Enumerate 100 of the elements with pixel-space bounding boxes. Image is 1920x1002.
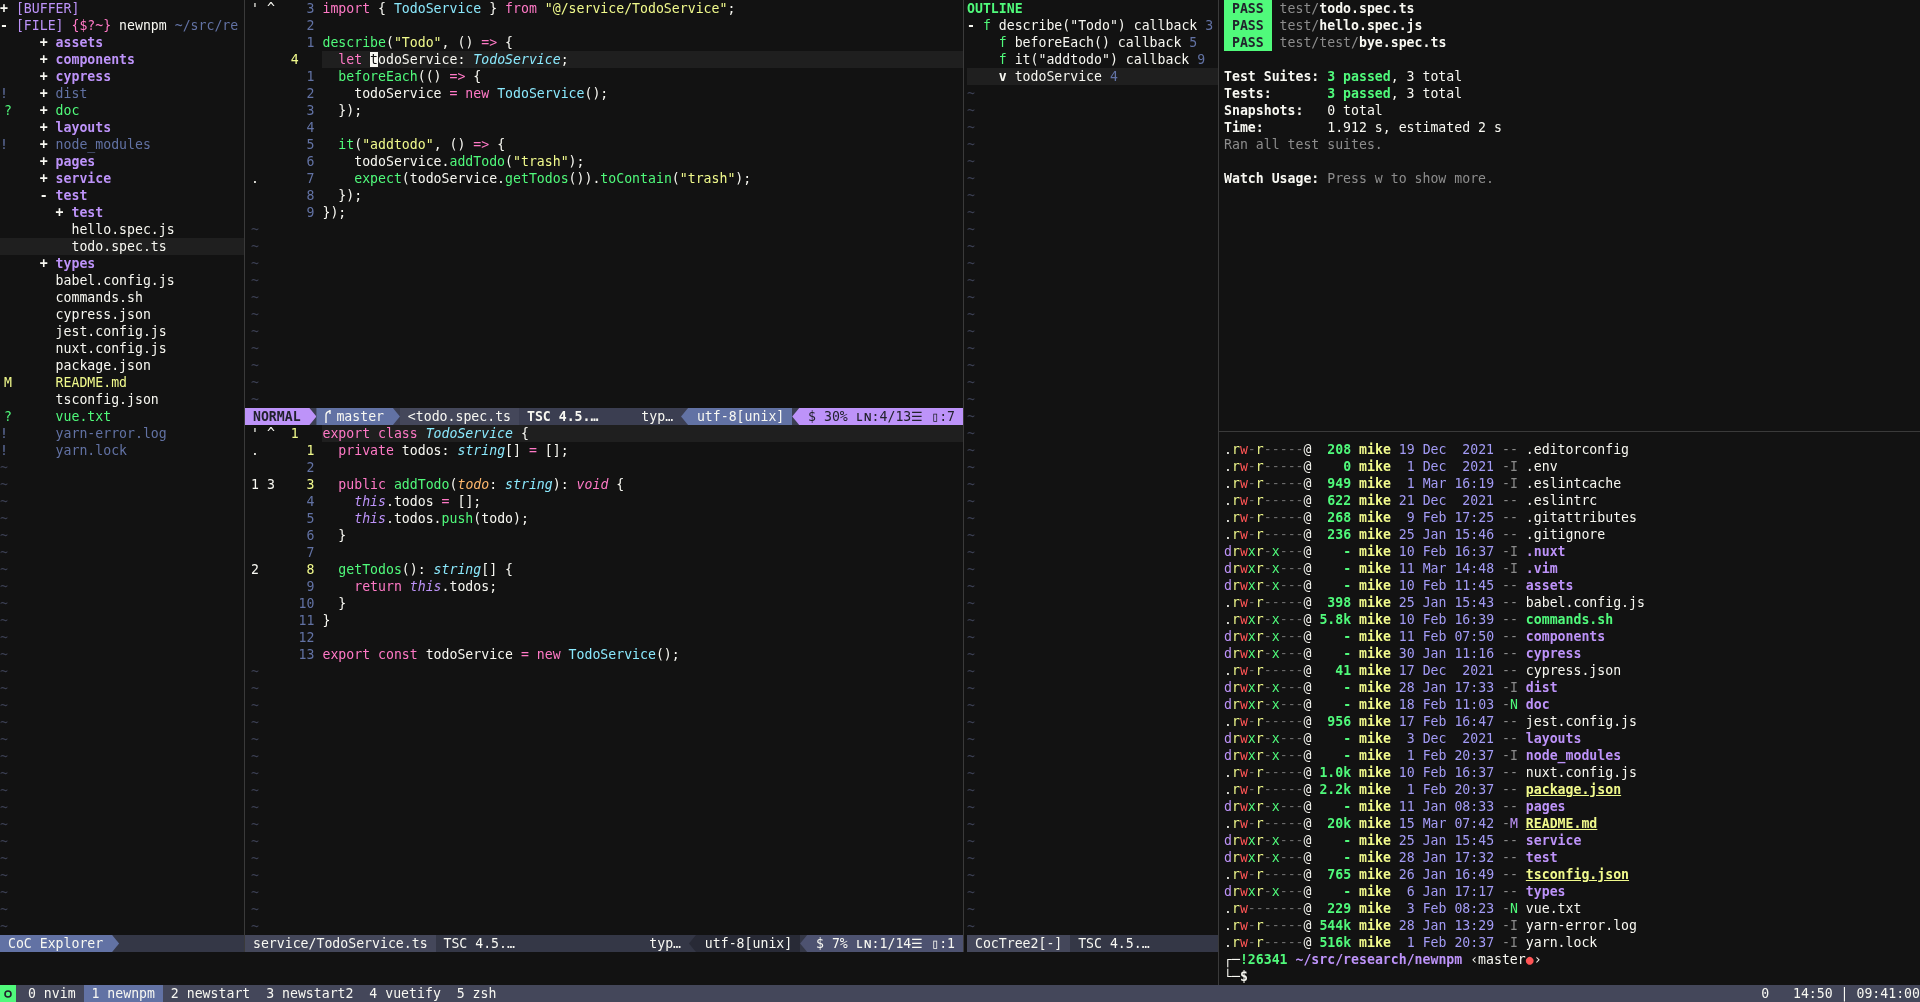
date-time: 07:42 bbox=[1454, 815, 1495, 832]
permissions: .rw-r-----@ bbox=[1224, 815, 1312, 832]
tree-toggle[interactable]: + bbox=[39, 136, 56, 153]
tree-toggle[interactable]: + bbox=[39, 51, 56, 68]
tree-row[interactable]: todo.spec.ts bbox=[0, 238, 244, 255]
empty-line-marker: ~ bbox=[0, 629, 9, 646]
tree-toggle[interactable]: + bbox=[39, 68, 56, 85]
git-status-mark: ? bbox=[2, 408, 13, 425]
window-tab[interactable]: 3 newstart2 bbox=[258, 985, 362, 1002]
date-time: 11:16 bbox=[1454, 645, 1495, 662]
tree-toggle[interactable]: + bbox=[39, 85, 56, 102]
code-line: }); bbox=[337, 187, 364, 204]
symbol-kind: f bbox=[998, 34, 1007, 51]
tree-toggle[interactable]: + bbox=[55, 204, 72, 221]
permissions: .rw-r-----@ bbox=[1224, 662, 1312, 679]
window-tab[interactable]: 2 newstart bbox=[162, 985, 259, 1002]
tree-row[interactable]: + test bbox=[0, 204, 244, 221]
permissions: .rw-------@ bbox=[1224, 900, 1312, 917]
date-time: 2021 bbox=[1461, 458, 1495, 475]
date-month: Feb bbox=[1422, 628, 1447, 645]
tree-row[interactable]: ? vue.txt bbox=[0, 408, 244, 425]
summary-value: 3 passed, 3 total bbox=[1327, 68, 1463, 85]
file-size: 956 bbox=[1326, 713, 1352, 730]
file-size: 765 bbox=[1326, 866, 1352, 883]
tree-toggle[interactable]: + bbox=[39, 153, 56, 170]
empty-line-marker: ~ bbox=[251, 357, 260, 374]
window-tab[interactable]: 4 vuetify bbox=[361, 985, 449, 1002]
file-name: .gitignore bbox=[1525, 526, 1606, 543]
tree-row[interactable]: babel.config.js bbox=[0, 272, 244, 289]
tree-row[interactable]: + service bbox=[0, 170, 244, 187]
date-day: 30 bbox=[1398, 645, 1415, 662]
outline-row[interactable]: v todoService 4 bbox=[967, 68, 1218, 85]
file-owner: mike bbox=[1359, 696, 1391, 713]
tree-row[interactable]: ! + node_modules bbox=[0, 136, 244, 153]
tree-row[interactable]: package.json bbox=[0, 357, 244, 374]
tree-toggle[interactable]: + bbox=[39, 102, 56, 119]
empty-line-marker: ~ bbox=[251, 255, 260, 272]
tree-row[interactable]: commands.sh bbox=[0, 289, 244, 306]
test-file-path: test/hello.spec.js bbox=[1279, 17, 1423, 34]
window-tab[interactable]: 1 newnpm bbox=[83, 985, 163, 1002]
empty-line-marker: ~ bbox=[967, 544, 976, 561]
line-number: 8 bbox=[305, 187, 315, 204]
file-size: 398 bbox=[1326, 594, 1352, 611]
tree-row[interactable]: cypress.json bbox=[0, 306, 244, 323]
git-status: -- bbox=[1502, 509, 1518, 526]
permissions: drwxr-x---@ bbox=[1224, 628, 1312, 645]
tree-row[interactable]: + components bbox=[0, 51, 244, 68]
tree-row[interactable]: + assets bbox=[0, 34, 244, 51]
outline-row[interactable]: f it("addtodo") callback 9 bbox=[967, 51, 1218, 68]
tree-item-name: vue.txt bbox=[55, 408, 112, 425]
tree-toggle[interactable]: - bbox=[39, 187, 56, 204]
tree-row[interactable]: + types bbox=[0, 255, 244, 272]
tree-row[interactable]: ! + dist bbox=[0, 85, 244, 102]
file-name: tsconfig.json bbox=[1525, 866, 1630, 883]
permissions: .rw-r-----@ bbox=[1224, 594, 1312, 611]
tree-row[interactable]: + cypress bbox=[0, 68, 244, 85]
tree-row[interactable]: + [BUFFER] bbox=[0, 0, 244, 17]
tree-row[interactable]: tsconfig.json bbox=[0, 391, 244, 408]
gutter-sign: 1 3 bbox=[251, 476, 275, 493]
line-number: 11 bbox=[297, 612, 315, 629]
window-tab[interactable]: 5 zsh bbox=[448, 985, 505, 1002]
tree-row[interactable]: ! yarn.lock bbox=[0, 442, 244, 459]
date-month: Feb bbox=[1422, 934, 1447, 951]
git-status: -- bbox=[1502, 594, 1518, 611]
tree-row[interactable]: - [FILE] {$?~} newnpm ~/src/re bbox=[0, 17, 244, 34]
tree-toggle[interactable]: + bbox=[0, 0, 8, 17]
tree-toggle[interactable]: + bbox=[39, 170, 56, 187]
file-name: commands.sh bbox=[1525, 611, 1614, 628]
tree-row[interactable]: hello.spec.js bbox=[0, 221, 244, 238]
empty-line-marker: ~ bbox=[967, 391, 976, 408]
git-status-mark: ? bbox=[2, 102, 13, 119]
tree-row[interactable]: + layouts bbox=[0, 119, 244, 136]
outline-row[interactable]: f beforeEach() callback 5 bbox=[967, 34, 1218, 51]
date-day: 1 bbox=[1398, 475, 1415, 492]
tree-toggle[interactable]: + bbox=[39, 34, 56, 51]
git-status: -- bbox=[1502, 628, 1518, 645]
tree-row[interactable]: nuxt.config.js bbox=[0, 340, 244, 357]
symbol-line: 4 bbox=[1109, 68, 1118, 85]
git-status: -I bbox=[1502, 458, 1518, 475]
file-name: test bbox=[1525, 849, 1558, 866]
date-time: 2021 bbox=[1461, 492, 1495, 509]
file-name: service bbox=[1525, 832, 1582, 849]
tree-toggle[interactable]: + bbox=[39, 119, 56, 136]
empty-line-marker: ~ bbox=[251, 272, 260, 289]
tree-row[interactable]: M README.md bbox=[0, 374, 244, 391]
date-day: 18 bbox=[1398, 696, 1415, 713]
outline-row[interactable]: - f describe("Todo") callback 3 bbox=[967, 17, 1218, 34]
window-tab[interactable]: 0 nvim bbox=[20, 985, 84, 1002]
permissions: .rw-r-----@ bbox=[1224, 509, 1312, 526]
tree-row[interactable]: + pages bbox=[0, 153, 244, 170]
tree-row[interactable]: ! yarn-error.log bbox=[0, 425, 244, 442]
tree-row[interactable]: jest.config.js bbox=[0, 323, 244, 340]
branch-icon bbox=[324, 410, 333, 423]
tree-row[interactable]: - test bbox=[0, 187, 244, 204]
empty-line-marker: ~ bbox=[0, 884, 9, 901]
file-owner: mike bbox=[1359, 662, 1391, 679]
tree-row[interactable]: ? + doc bbox=[0, 102, 244, 119]
tree-toggle[interactable]: + bbox=[39, 255, 56, 272]
tree-toggle[interactable]: - bbox=[967, 17, 983, 34]
tree-toggle[interactable]: - bbox=[0, 17, 8, 34]
